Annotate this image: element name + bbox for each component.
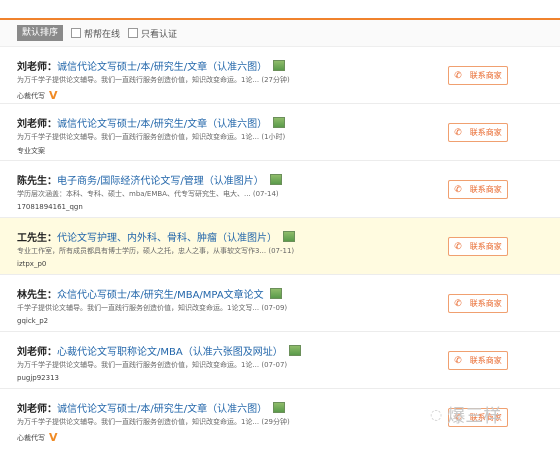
listing-description: 学历层次涵盖：本科、专科、硕士、mba/EMBA、代专写研究生、电大、... (… [17,190,279,198]
shop-name: pugjp92313 [17,374,59,382]
listing-description: 千学子提供论文辅导。我们一直践行服务创造价值，知识改变命运。1论文写... (0… [17,304,288,312]
watermark: ◌ 爆三样 [430,402,501,428]
verified-filter-checkbox[interactable]: 只看认证 [128,27,177,40]
phone-icon: ✆ [454,184,462,195]
listing-title-link[interactable]: 电子商务/国际经济代论文写/管理（认准图片） [57,172,264,187]
image-icon [288,345,301,356]
contact-seller-button[interactable]: ✆ 联系商家 [448,237,508,256]
chat-bubble-icon: ◌ [430,407,443,423]
image-icon [273,117,286,128]
seller-name: 刘老师： [17,119,57,130]
contact-label: 联系商家 [469,185,502,194]
shop-name: iztpx_p0 [17,260,47,268]
online-filter-label: 帮帮在线 [84,29,121,40]
watermark-text: 爆三样 [447,406,502,427]
shop-name: gqick_p2 [17,317,49,325]
verified-v-icon: V [49,89,58,102]
listing-title-link[interactable]: 诚信代论文写硕士/本/研究生/文章（认准六图） [57,400,267,415]
contact-seller-button[interactable]: ✆ 联系商家 [448,66,508,85]
contact-label: 联系商家 [469,128,502,137]
phone-icon: ✆ [454,70,462,81]
list-item: 刘老师： 诚信代论文写硕士/本/研究生/文章（认准六图） 为万千学子提供论文辅导。… [0,47,560,104]
shop-name: 专业文案 [17,147,45,155]
listing-description: 为万千学子提供论文辅导。我们一直践行服务创造价值，知识改变命运。1论... (0… [17,361,288,369]
list-item: 工先生： 代论文写护理、内外科、骨科、肿瘤（认准图片） 专业工作室，所有成员都具有… [0,218,560,275]
seller-name: 刘老师： [17,347,57,358]
sort-default-button[interactable]: 默认排序 [17,25,63,41]
list-item: 陈先生： 电子商务/国际经济代论文写/管理（认准图片） 学历层次涵盖：本科、专科、… [0,161,560,218]
listing-description: 为万千学子提供论文辅导。我们一直践行服务创造价值，知识改变命运。1论... (2… [17,418,290,426]
list-item: 刘老师： 诚信代论文写硕士/本/研究生/文章（认准六图） 为万千学子提供论文辅导。… [0,104,560,161]
image-icon [273,402,286,413]
shop-name: 17081894161_qgn [17,203,83,211]
contact-seller-button[interactable]: ✆ 联系商家 [448,294,508,313]
image-icon [269,288,282,299]
listing-title-link[interactable]: 诚信代论文写硕士/本/研究生/文章（认准六图） [57,115,267,130]
listing-title-link[interactable]: 众信代心写硕士/本/研究生/MBA/MPA文章论文 [57,286,264,301]
contact-label: 联系商家 [469,299,502,308]
verified-filter-label: 只看认证 [141,29,178,40]
image-icon [269,174,282,185]
contact-seller-button[interactable]: ✆ 联系商家 [448,180,508,199]
listing-title-link[interactable]: 诚信代论文写硕士/本/研究生/文章（认准六图） [57,58,267,73]
seller-name: 工先生： [17,233,57,244]
listing-description: 为万千学子提供论文辅导。我们一直践行服务创造价值，知识改变命运。1论... (1… [17,133,286,141]
verified-v-icon: V [49,431,58,444]
contact-label: 联系商家 [469,242,502,251]
seller-name: 陈先生： [17,176,57,187]
listing-description: 专业工作室，所有成员都具有博士学历，硕人之托，忠人之事，从事软文写作3... (… [17,247,295,255]
contact-label: 联系商家 [469,356,502,365]
filter-bar: 默认排序 帮帮在线 只看认证 [0,20,560,47]
listing-title-link[interactable]: 心裁代论文写职称论文/MBA（认准六张图及网址） [57,343,283,358]
listing-title-link[interactable]: 代论文写护理、内外科、骨科、肿瘤（认准图片） [57,229,277,244]
phone-icon: ✆ [454,355,462,366]
seller-name: 刘老师： [17,404,57,415]
shop-name: 心裁代写 [17,433,45,442]
list-item: 刘老师： 心裁代论文写职称论文/MBA（认准六张图及网址） 为万千学子提供论文辅导… [0,332,560,389]
phone-icon: ✆ [454,127,462,138]
list-item: 林先生： 众信代心写硕士/本/研究生/MBA/MPA文章论文 千学子提供论文辅导。… [0,275,560,332]
checkbox-icon [128,28,139,38]
image-icon [273,60,286,71]
listing-description: 为万千学子提供论文辅导。我们一直践行服务创造价值，知识改变命运。1论... (2… [17,76,290,84]
phone-icon: ✆ [454,241,462,252]
online-filter-checkbox[interactable]: 帮帮在线 [71,27,120,40]
seller-name: 刘老师： [17,62,57,73]
contact-seller-button[interactable]: ✆ 联系商家 [448,351,508,370]
seller-name: 林先生： [17,290,57,301]
contact-seller-button[interactable]: ✆ 联系商家 [448,123,508,142]
phone-icon: ✆ [454,298,462,309]
checkbox-icon [71,28,81,38]
contact-label: 联系商家 [469,71,502,80]
image-icon [283,231,295,242]
shop-name: 心裁代写 [17,91,45,100]
